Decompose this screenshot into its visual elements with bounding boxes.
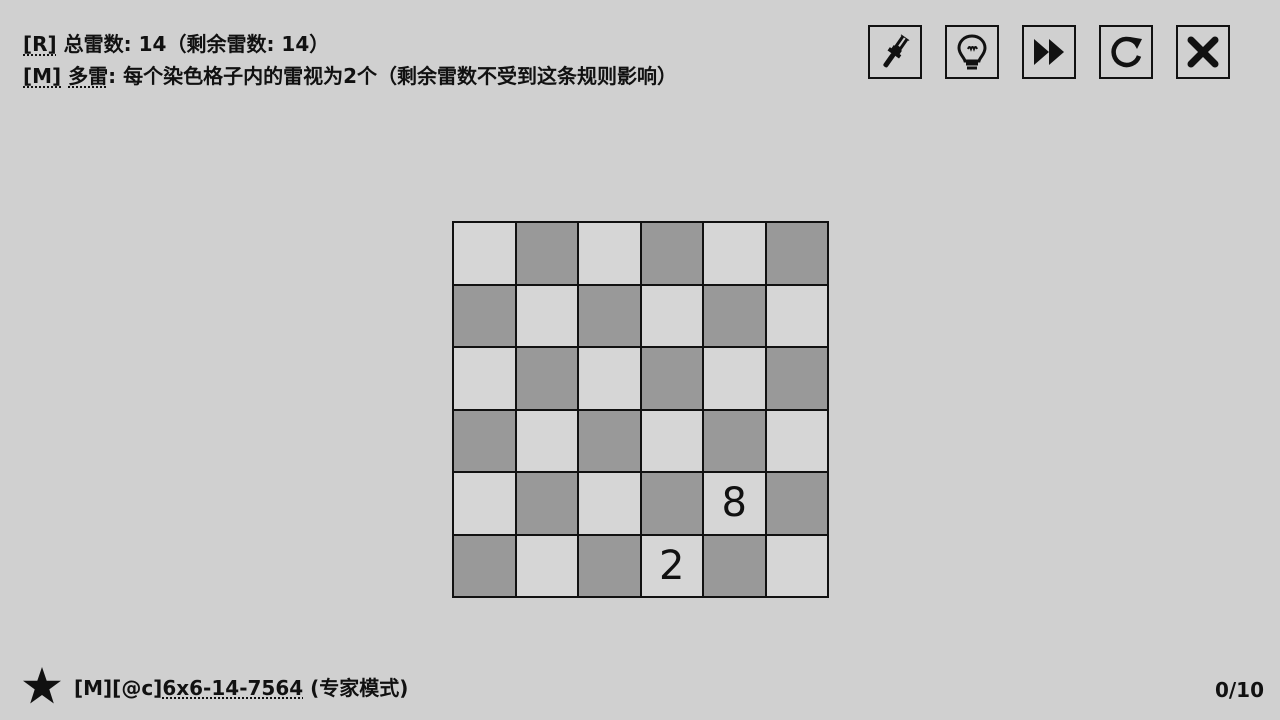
game-screen: [R] 总雷数: 14（剩余雷数: 14） [M] 多雷: 每个染色格子内的雷视…	[0, 0, 1280, 720]
brush-button[interactable]	[868, 25, 922, 79]
rule-total-mines-text: 总雷数: 14（剩余雷数: 14）	[56, 32, 330, 56]
board-cell-r2-c4[interactable]	[640, 284, 703, 347]
brush-icon	[883, 34, 910, 68]
board-cell-r3-c1[interactable]	[453, 347, 516, 410]
board-cell-r1-c6[interactable]	[765, 222, 828, 285]
rule-name-multi-mine[interactable]: 多雷	[68, 64, 108, 88]
rule-multi-mine: [M] 多雷: 每个染色格子内的雷视为2个（剩余雷数不受到这条规则影响）	[23, 60, 677, 92]
hint-button[interactable]	[945, 25, 999, 79]
rule-tag-m[interactable]: [M]	[23, 64, 61, 88]
rule-multi-mine-text: : 每个染色格子内的雷视为2个（剩余雷数不受到这条规则影响）	[108, 64, 678, 88]
board-cell-r4-c4[interactable]	[640, 409, 703, 472]
board-cell-r6-c6[interactable]	[765, 534, 828, 597]
rule-total-mines: [R] 总雷数: 14（剩余雷数: 14）	[23, 28, 677, 60]
skip-button[interactable]	[1022, 25, 1076, 79]
rule-tag-r[interactable]: [R]	[23, 32, 57, 56]
minesweeper-board: 82	[452, 221, 829, 598]
close-icon	[1187, 36, 1219, 68]
close-button[interactable]	[1176, 25, 1230, 79]
restart-button[interactable]	[1099, 25, 1153, 79]
puzzle-code[interactable]: 6x6-14-7564	[162, 676, 303, 700]
board-cell-r3-c3[interactable]	[578, 347, 641, 410]
puzzle-info: [M][@c]6x6-14-7564 (专家模式)	[22, 666, 408, 706]
rules-panel: [R] 总雷数: 14（剩余雷数: 14） [M] 多雷: 每个染色格子内的雷视…	[23, 28, 677, 92]
board-cell-r2-c6[interactable]	[765, 284, 828, 347]
board-cell-r4-c3[interactable]	[578, 409, 641, 472]
toolbar	[868, 25, 1230, 79]
progress-counter: 0/10	[1214, 678, 1264, 702]
board-cell-r4-c6[interactable]	[765, 409, 828, 472]
board-cell-r4-c1[interactable]	[453, 409, 516, 472]
restart-icon	[1111, 36, 1142, 68]
board-cell-r1-c3[interactable]	[578, 222, 641, 285]
board-cell-r3-c2[interactable]	[515, 347, 578, 410]
board-cell-r6-c4[interactable]: 2	[640, 534, 703, 597]
board-cell-r6-c1[interactable]	[453, 534, 516, 597]
board-cell-r3-c4[interactable]	[640, 347, 703, 410]
puzzle-prefix: [M][@c]	[74, 675, 163, 700]
lightbulb-icon	[957, 34, 987, 70]
board-cell-r5-c4[interactable]	[640, 472, 703, 535]
fast-forward-icon	[1034, 39, 1064, 65]
board-cell-r1-c2[interactable]	[515, 222, 578, 285]
star-icon[interactable]	[22, 666, 62, 706]
board-cell-r1-c5[interactable]	[703, 222, 766, 285]
board-cell-r3-c6[interactable]	[765, 347, 828, 410]
board-cell-r5-c2[interactable]	[515, 472, 578, 535]
board-cell-r2-c3[interactable]	[578, 284, 641, 347]
board-cell-r1-c4[interactable]	[640, 222, 703, 285]
board-cell-r2-c1[interactable]	[453, 284, 516, 347]
puzzle-id: [M][@c]6x6-14-7564 (专家模式)	[74, 672, 408, 701]
board-cell-r2-c5[interactable]	[703, 284, 766, 347]
board-cell-r4-c2[interactable]	[515, 409, 578, 472]
board-cell-r1-c1[interactable]	[453, 222, 516, 285]
board-cell-r5-c5[interactable]: 8	[703, 472, 766, 535]
board-cell-r5-c6[interactable]	[765, 472, 828, 535]
board-cell-r6-c5[interactable]	[703, 534, 766, 597]
board-cell-r5-c3[interactable]	[578, 472, 641, 535]
board-cell-r3-c5[interactable]	[703, 347, 766, 410]
board-cell-r6-c2[interactable]	[515, 534, 578, 597]
board-cell-r5-c1[interactable]	[453, 472, 516, 535]
board-cell-r4-c5[interactable]	[703, 409, 766, 472]
board-cell-r2-c2[interactable]	[515, 284, 578, 347]
puzzle-mode: (专家模式)	[303, 675, 409, 700]
board-cell-r6-c3[interactable]	[578, 534, 641, 597]
